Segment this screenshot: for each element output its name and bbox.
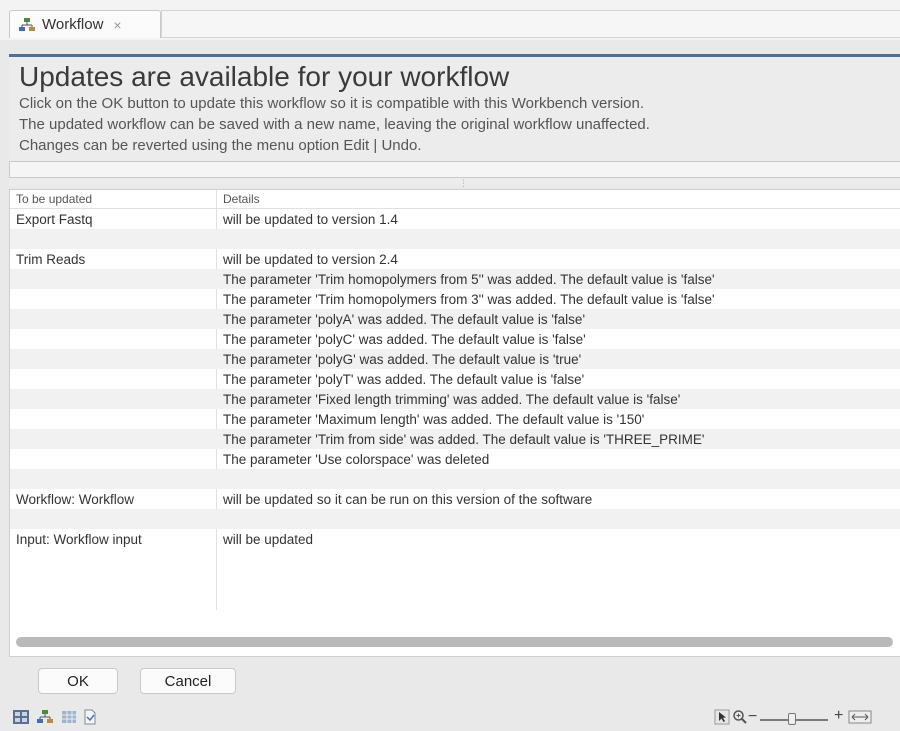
tab-bar-empty-area: [161, 10, 900, 38]
details-cell: The parameter 'polyG' was added. The def…: [223, 352, 582, 367]
table-row[interactable]: [10, 469, 900, 489]
document-icon[interactable]: [82, 709, 98, 725]
table-body: Export Fastq will be updated to version 1…: [10, 209, 900, 549]
details-cell: will be updated so it can be run on this…: [223, 492, 593, 507]
to-be-updated-cell: Workflow: Workflow: [16, 492, 135, 507]
workflow-view-icon[interactable]: [36, 709, 54, 725]
description-line: Click on the OK button to update this wo…: [19, 95, 645, 112]
tab-label: Workflow: [42, 16, 104, 33]
description-line: The updated workflow can be saved with a…: [19, 116, 650, 133]
to-be-updated-cell: Export Fastq: [16, 212, 93, 227]
details-cell: The parameter 'polyA' was added. The def…: [223, 312, 586, 327]
splitter-handle[interactable]: ⋮: [9, 178, 900, 188]
updates-table: To be updated Details Export Fastq will b…: [9, 189, 900, 657]
column-header-to-be-updated[interactable]: To be updated: [16, 192, 92, 206]
workflow-icon: [19, 17, 35, 31]
ok-button[interactable]: OK: [38, 668, 118, 694]
details-cell: The parameter 'Use colorspace' was delet…: [223, 452, 490, 467]
zoom-tool-icon[interactable]: [732, 709, 748, 725]
details-cell: will be updated: [223, 532, 314, 547]
grip-icon: ⋮: [459, 178, 468, 188]
tab-workflow[interactable]: Workflow ×: [9, 10, 161, 38]
table-row[interactable]: The parameter 'Trim from side' was added…: [10, 429, 900, 449]
table-row[interactable]: Workflow: Workflow will be updated so it …: [10, 489, 900, 509]
cancel-button[interactable]: Cancel: [140, 668, 236, 694]
details-cell: The parameter 'polyT' was added. The def…: [223, 372, 585, 387]
zoom-out-icon[interactable]: −: [748, 708, 757, 726]
update-header: Updates are available for your workflow …: [9, 57, 900, 185]
table-row[interactable]: [10, 509, 900, 529]
to-be-updated-cell: Trim Reads: [16, 252, 86, 267]
table-row[interactable]: The parameter 'Trim homopolymers from 5'…: [10, 269, 900, 289]
details-cell: The parameter 'Fixed length trimming' wa…: [223, 392, 681, 407]
table-view-icon[interactable]: [12, 709, 30, 725]
table-row[interactable]: The parameter 'polyA' was added. The def…: [10, 309, 900, 329]
table-row[interactable]: Trim Reads will be updated to version 2.4: [10, 249, 900, 269]
table-row[interactable]: The parameter 'Trim homopolymers from 3'…: [10, 289, 900, 309]
table-row[interactable]: The parameter 'Use colorspace' was delet…: [10, 449, 900, 469]
description-line: Changes can be reverted using the menu o…: [19, 137, 422, 154]
details-cell: The parameter 'Trim from side' was added…: [223, 432, 705, 447]
table-row[interactable]: The parameter 'polyC' was added. The def…: [10, 329, 900, 349]
details-cell: The parameter 'Trim homopolymers from 5'…: [223, 272, 715, 287]
grid-view-icon[interactable]: [60, 709, 78, 725]
close-icon[interactable]: ×: [113, 17, 121, 33]
horizontal-scrollbar[interactable]: [16, 637, 893, 647]
table-header: To be updated Details: [10, 190, 900, 209]
table-row[interactable]: The parameter 'polyT' was added. The def…: [10, 369, 900, 389]
table-row[interactable]: The parameter 'Maximum length' was added…: [10, 409, 900, 429]
fit-width-icon[interactable]: [848, 709, 872, 725]
select-tool-icon[interactable]: [714, 709, 730, 725]
column-header-details[interactable]: Details: [223, 192, 260, 206]
to-be-updated-cell: Input: Workflow input: [16, 532, 142, 547]
table-row[interactable]: Export Fastq will be updated to version 1…: [10, 209, 900, 229]
table-row[interactable]: [10, 229, 900, 249]
header-empty-box: [9, 161, 900, 178]
table-row[interactable]: Input: Workflow input will be updated: [10, 529, 900, 549]
details-cell: The parameter 'Trim homopolymers from 3'…: [223, 292, 715, 307]
page-title: Updates are available for your workflow: [19, 61, 510, 92]
table-row[interactable]: The parameter 'Fixed length trimming' wa…: [10, 389, 900, 409]
tab-bar: Workflow ×: [0, 0, 900, 40]
details-cell: will be updated to version 1.4: [223, 212, 398, 227]
details-cell: The parameter 'polyC' was added. The def…: [223, 332, 586, 347]
status-bar: [0, 703, 900, 731]
details-cell: will be updated to version 2.4: [223, 252, 398, 267]
zoom-in-icon[interactable]: +: [834, 707, 843, 725]
table-row[interactable]: The parameter 'polyG' was added. The def…: [10, 349, 900, 369]
zoom-slider-thumb[interactable]: [788, 713, 796, 725]
details-cell: The parameter 'Maximum length' was added…: [223, 412, 645, 427]
